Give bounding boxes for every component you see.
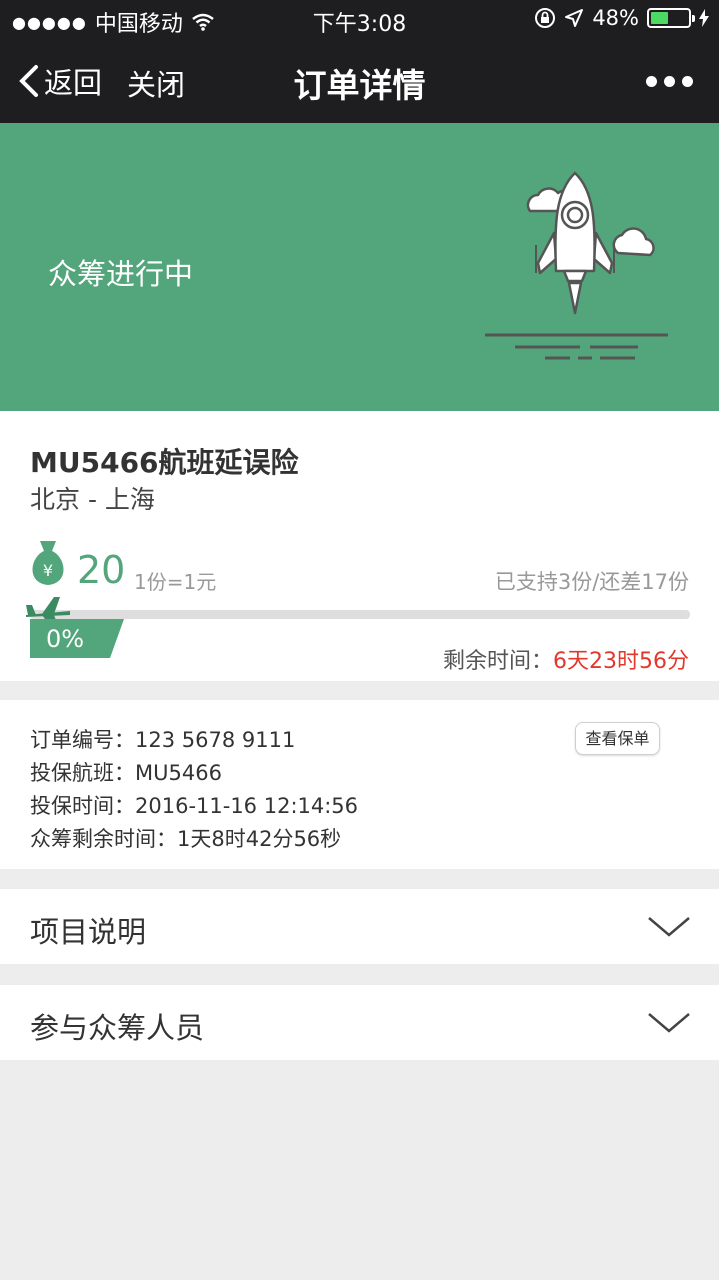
battery-percent: 48% xyxy=(592,6,639,30)
rotation-lock-icon xyxy=(535,8,556,28)
product-card: MU5466航班延误险 北京 - 上海 ¥ 20 1份=1元 已支持3份/还差1… xyxy=(0,411,719,681)
remaining-time: 剩余时间：6天23时56分 xyxy=(443,643,689,675)
insure-time: 投保时间：2016-11-16 12:14:56 xyxy=(30,794,359,818)
unit-price: 1份=1元 xyxy=(134,570,217,594)
remaining-label: 剩余时间： xyxy=(442,649,553,674)
charging-icon xyxy=(699,9,709,27)
chevron-down-icon xyxy=(648,1013,690,1033)
view-policy-button[interactable]: 查看保单 xyxy=(575,722,660,755)
rocket-illustration-icon xyxy=(485,171,668,360)
flight-route: 北京 - 上海 xyxy=(30,485,155,514)
chevron-down-icon xyxy=(648,917,690,937)
more-button[interactable] xyxy=(646,76,693,87)
progress-percent: 0% xyxy=(46,625,85,653)
status-bar: ●●●●● 中国移动 下午3:08 48% xyxy=(0,0,719,40)
support-status: 已支持3份/还差17份 xyxy=(494,570,689,594)
location-arrow-icon xyxy=(565,9,584,27)
battery-icon xyxy=(647,8,695,28)
participants-section[interactable]: 参与众筹人员 xyxy=(0,985,719,1060)
project-description-section[interactable]: 项目说明 xyxy=(0,889,719,964)
status-right: 48% xyxy=(534,6,709,30)
order-number: 订单编号：123 5678 9111 xyxy=(30,728,296,752)
participants-label: 参与众筹人员 xyxy=(30,1011,205,1045)
remaining-value: 6天23时56分 xyxy=(553,649,689,674)
money-bag-icon: ¥ xyxy=(32,541,64,585)
crowd-remaining-time: 众筹剩余时间：1天8时42分56秒 xyxy=(30,827,342,851)
more-dot-icon xyxy=(682,76,693,87)
insured-flight: 投保航班：MU5466 xyxy=(30,761,222,785)
progress-track xyxy=(30,610,690,619)
project-description-label: 项目说明 xyxy=(30,915,147,949)
product-name: MU5466航班延误险 xyxy=(30,446,299,479)
more-dot-icon xyxy=(646,76,657,87)
nav-bar: 返回 关闭 订单详情 xyxy=(0,40,719,123)
banner-status-text: 众筹进行中 xyxy=(48,257,194,291)
status-banner: 众筹进行中 xyxy=(0,123,719,411)
amount-value: 20 xyxy=(77,548,126,592)
more-dot-icon xyxy=(664,76,675,87)
svg-text:¥: ¥ xyxy=(43,561,53,580)
page-title: 订单详情 xyxy=(293,66,426,105)
order-info-card: 订单编号：123 5678 9111 投保航班：MU5466 投保时间：2016… xyxy=(0,700,719,869)
